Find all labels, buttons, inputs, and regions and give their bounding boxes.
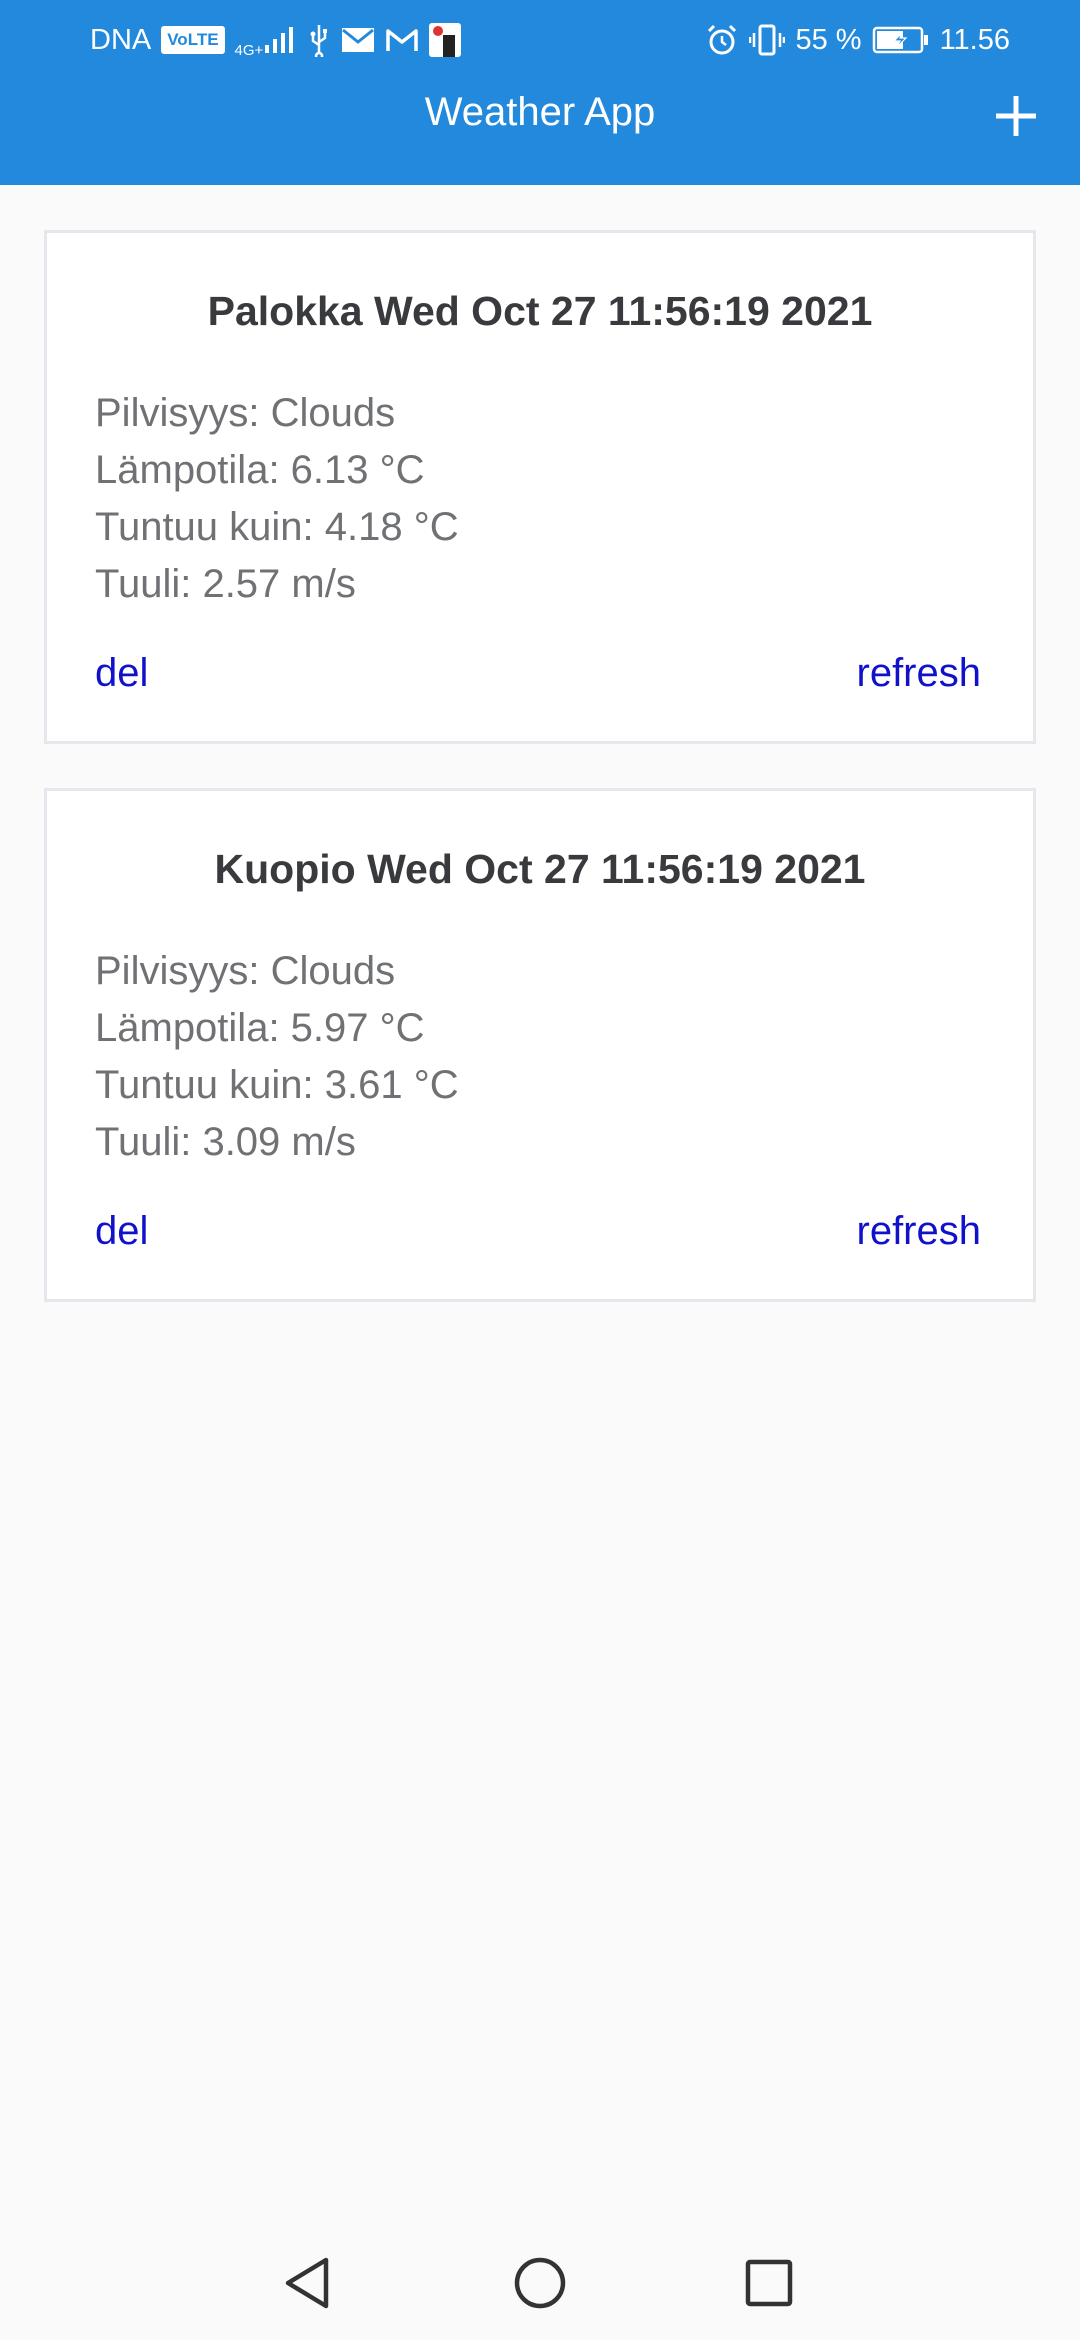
status-left: DNA VoLTE 4G+ bbox=[90, 0, 462, 80]
weather-card: Palokka Wed Oct 27 11:56:19 2021 Pilvisy… bbox=[44, 230, 1036, 744]
card-title: Palokka Wed Oct 27 11:56:19 2021 bbox=[207, 288, 873, 334]
gmail-icon bbox=[385, 27, 419, 53]
signal-icon: 4G+ bbox=[235, 21, 298, 59]
vibrate-icon bbox=[749, 23, 786, 57]
weather-details: Pilvisyys: Clouds Lämpotila: 5.97 °C Tun… bbox=[95, 943, 459, 1171]
temperature-text: Lämpotila: 6.13 °C bbox=[95, 448, 425, 492]
weather-details: Pilvisyys: Clouds Lämpotila: 6.13 °C Tun… bbox=[95, 385, 459, 613]
nav-home-button[interactable] bbox=[505, 2248, 575, 2318]
usb-icon bbox=[307, 23, 331, 57]
volte-badge: VoLTE bbox=[161, 26, 225, 54]
status-bar: DNA VoLTE 4G+ 55 % 11.56 bbox=[0, 0, 1080, 80]
add-city-button[interactable] bbox=[988, 88, 1044, 144]
back-triangle-icon bbox=[285, 2257, 329, 2309]
wind-text: Tuuli: 3.09 m/s bbox=[95, 1120, 356, 1164]
delete-button[interactable]: del bbox=[95, 1201, 148, 1261]
system-nav-bar bbox=[0, 2220, 1080, 2340]
plus-icon bbox=[996, 96, 1036, 136]
feels-like-text: Tuntuu kuin: 4.18 °C bbox=[95, 505, 459, 549]
nav-recents-button[interactable] bbox=[734, 2248, 804, 2318]
status-right: 55 % 11.56 bbox=[705, 0, 1010, 80]
battery-charging-icon bbox=[872, 25, 930, 55]
battery-percent: 55 % bbox=[795, 24, 862, 56]
cloudiness-text: Pilvisyys: Clouds bbox=[95, 949, 396, 993]
mail-icon bbox=[341, 27, 375, 53]
refresh-button[interactable]: refresh bbox=[857, 643, 982, 703]
carrier-label: DNA bbox=[90, 24, 152, 56]
page-title: Weather App bbox=[424, 90, 656, 134]
wind-text: Tuuli: 2.57 m/s bbox=[95, 562, 356, 606]
temperature-text: Lämpotila: 5.97 °C bbox=[95, 1006, 425, 1050]
cloudiness-text: Pilvisyys: Clouds bbox=[95, 391, 396, 435]
card-title: Kuopio Wed Oct 27 11:56:19 2021 bbox=[214, 846, 866, 892]
feels-like-text: Tuntuu kuin: 3.61 °C bbox=[95, 1063, 459, 1107]
network-type-label: 4G+ bbox=[234, 42, 264, 59]
top-bar: DNA VoLTE 4G+ 55 % 11.56 Weather App bbox=[0, 0, 1080, 185]
nav-back-button[interactable] bbox=[274, 2248, 344, 2318]
clock-time: 11.56 bbox=[939, 24, 1010, 56]
refresh-button[interactable]: refresh bbox=[857, 1201, 982, 1261]
alarm-icon bbox=[705, 23, 739, 57]
weather-card: Kuopio Wed Oct 27 11:56:19 2021 Pilvisyy… bbox=[44, 788, 1036, 1302]
recents-square-icon bbox=[745, 2259, 793, 2307]
delete-button[interactable]: del bbox=[95, 643, 148, 703]
app-notification-icon bbox=[429, 23, 462, 57]
home-circle-icon bbox=[514, 2257, 566, 2309]
